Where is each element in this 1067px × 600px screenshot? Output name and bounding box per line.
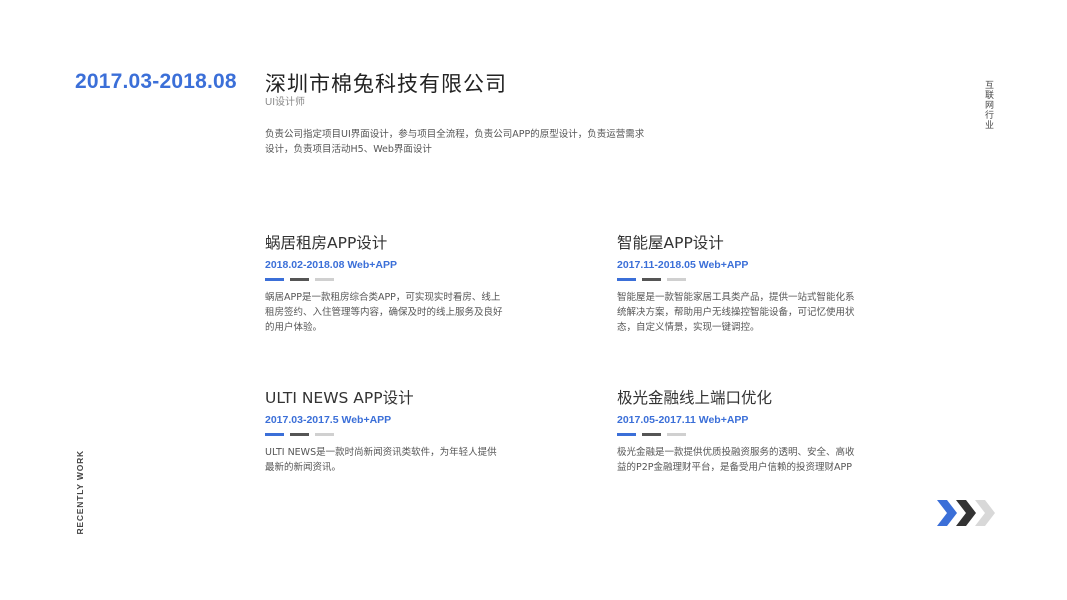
bar-light	[315, 278, 334, 281]
decor-bars	[617, 433, 857, 436]
project-date: 2017.05-2017.11 Web+APP	[617, 414, 749, 426]
project-card: 智能屋APP设计 2017.11-2018.05 Web+APP 智能屋是一款智…	[617, 231, 857, 335]
bar-light	[315, 433, 334, 436]
bar-blue	[265, 278, 284, 281]
bar-dark	[290, 278, 309, 281]
bar-dark	[642, 278, 661, 281]
bar-light	[667, 278, 686, 281]
bar-light	[667, 433, 686, 436]
project-date: 2018.02-2018.08 Web+APP	[265, 259, 398, 271]
decor-bars	[265, 278, 505, 281]
project-title: ULTI NEWS APP设计	[265, 389, 414, 407]
project-title: 智能屋APP设计	[617, 234, 724, 252]
bar-dark	[642, 433, 661, 436]
project-desc: ULTI NEWS是一款时尚新闻资讯类软件，为年轻人提供最新的新闻资讯。	[265, 447, 497, 473]
date-range: 2017.03-2018.08	[75, 70, 237, 93]
project-title: 极光金融线上端口优化	[617, 389, 773, 407]
decor-bars	[265, 433, 505, 436]
bar-blue	[617, 433, 636, 436]
project-title: 蜗居租房APP设计	[265, 234, 388, 252]
project-desc: 蜗居APP是一款租房综合类APP，可实现实时看房、线上租房签约、入住管理等内容，…	[265, 292, 503, 333]
project-card: 极光金融线上端口优化 2017.05-2017.11 Web+APP 极光金融是…	[617, 386, 857, 475]
section-label: RECENTLY WORK	[75, 450, 85, 535]
project-desc: 智能屋是一款智能家居工具类产品，提供一站式智能化系统解决方案，帮助用户无线操控智…	[617, 292, 855, 333]
project-date: 2017.03-2017.5 Web+APP	[265, 414, 392, 426]
project-desc: 极光金融是一款提供优质投融资服务的透明、安全、高收益的P2P金融理财平台，是备受…	[617, 447, 855, 473]
decor-bars	[617, 278, 857, 281]
bar-blue	[265, 433, 284, 436]
chevron-right-triple-icon[interactable]	[935, 498, 997, 528]
project-card: ULTI NEWS APP设计 2017.03-2017.5 Web+APP U…	[265, 386, 505, 475]
job-intro: 负责公司指定项目UI界面设计，参与项目全流程，负责公司APP的原型设计，负责运营…	[265, 129, 645, 155]
project-card: 蜗居租房APP设计 2018.02-2018.08 Web+APP 蜗居APP是…	[265, 231, 505, 335]
industry-label: 互联网行业	[983, 80, 993, 130]
project-date: 2017.11-2018.05 Web+APP	[617, 259, 749, 271]
job-role: UI设计师	[265, 97, 305, 108]
bar-blue	[617, 278, 636, 281]
bar-dark	[290, 433, 309, 436]
